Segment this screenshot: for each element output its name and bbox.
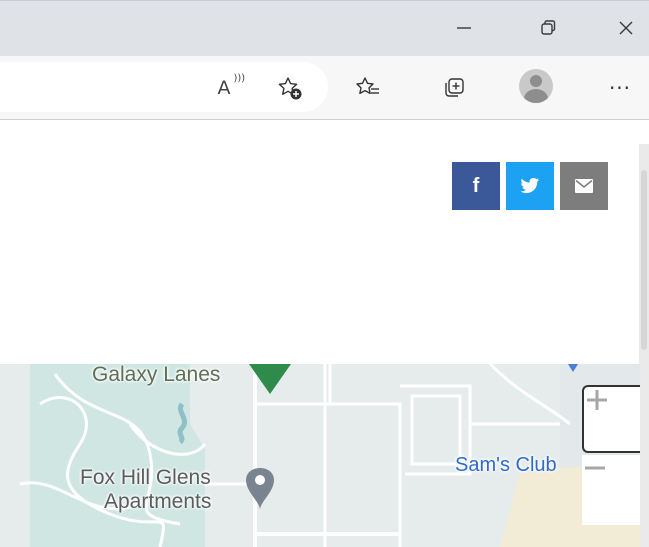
read-aloud-icon: A))) (217, 73, 246, 99)
avatar-shoulders (524, 89, 548, 103)
restore-button[interactable] (528, 11, 568, 45)
facebook-share-button[interactable]: f (452, 162, 500, 210)
restore-icon (541, 20, 556, 35)
browser-toolbar: A))) ··· (0, 56, 649, 120)
minimize-icon (457, 27, 471, 29)
close-icon (619, 21, 633, 35)
map[interactable]: Galaxy Lanes Fox Hill Glens Apartments S… (0, 364, 640, 547)
scrollbar-thumb[interactable] (641, 170, 647, 350)
email-share-button[interactable] (560, 162, 608, 210)
vertical-scrollbar[interactable] (639, 144, 649, 547)
more-icon: ··· (608, 76, 632, 100)
collections-icon (445, 78, 464, 97)
facebook-icon: f (472, 174, 480, 197)
more-button[interactable]: ··· (602, 70, 638, 106)
minimize-button[interactable] (444, 11, 484, 45)
map-label-sams-club[interactable]: Sam's Club (455, 454, 557, 477)
twitter-icon (520, 177, 540, 194)
minus-icon (585, 466, 605, 470)
page-content: f Galaxy Lanes Fox Hill Glens Apartments… (0, 120, 649, 547)
twitter-share-button[interactable] (506, 162, 554, 210)
add-favorite-icon (278, 77, 302, 100)
sound-waves-icon: ))) (233, 73, 246, 84)
map-label-apartments[interactable]: Apartments (104, 490, 211, 514)
favorites-icon (356, 77, 379, 95)
read-aloud-glyph: A (217, 77, 231, 99)
zoom-in-button[interactable] (582, 385, 640, 453)
plus-icon (587, 390, 607, 410)
add-favorite-button[interactable] (272, 70, 308, 106)
title-bar (0, 0, 649, 56)
map-label-fox-hill-glens[interactable]: Fox Hill Glens (80, 466, 211, 490)
close-button[interactable] (606, 11, 646, 45)
profile-button[interactable] (518, 68, 554, 104)
avatar-head (530, 75, 542, 87)
avatar (519, 69, 553, 103)
read-aloud-button[interactable]: A))) (206, 70, 246, 106)
collections-button[interactable] (436, 70, 472, 106)
zoom-out-button[interactable] (582, 455, 640, 525)
envelope-icon (575, 179, 593, 193)
map-label-galaxy-lanes[interactable]: Galaxy Lanes (92, 364, 220, 387)
favorites-button[interactable] (350, 70, 386, 106)
